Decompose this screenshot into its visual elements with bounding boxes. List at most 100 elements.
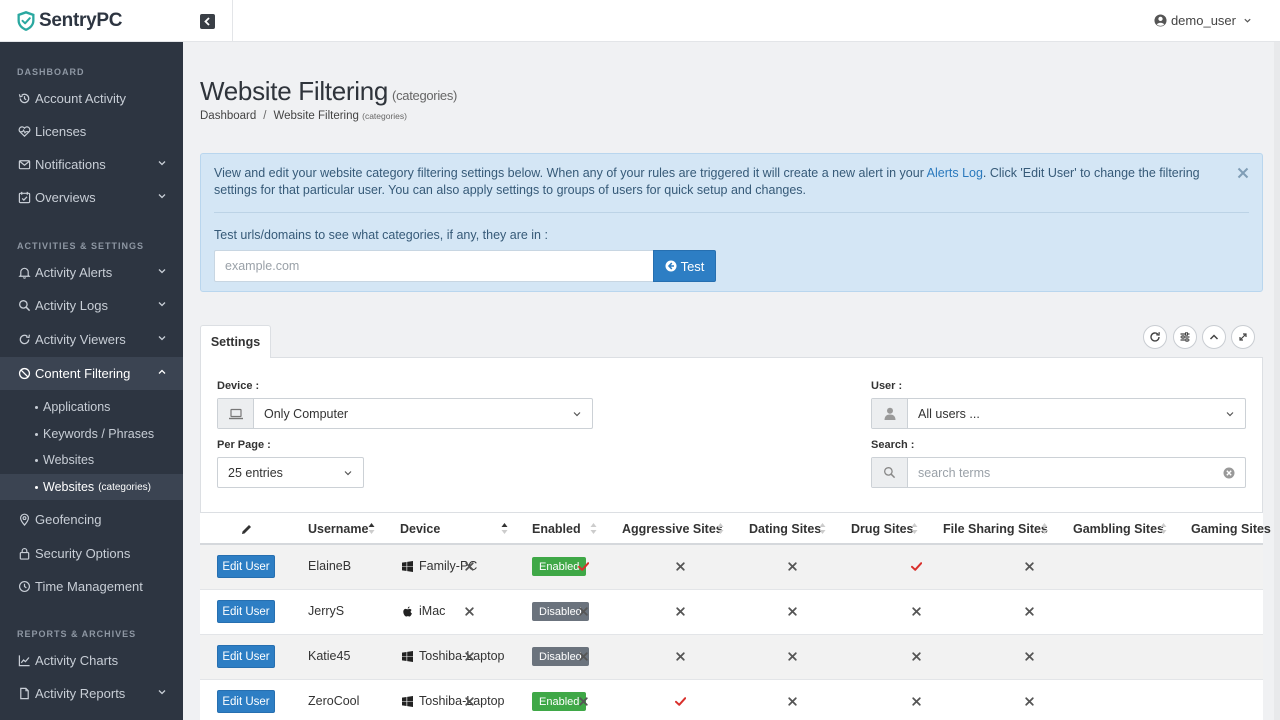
column-header-file-sharing-sites[interactable]: File Sharing Sites [943, 522, 1048, 536]
sidebar-item-activity-charts[interactable]: Activity Charts [0, 644, 183, 677]
sidebar-item-notifications[interactable]: Notifications [0, 148, 183, 181]
brand-logo[interactable]: SentryPC [0, 0, 183, 42]
sidebar-toggle-button[interactable] [183, 0, 233, 42]
bullet-icon [35, 458, 38, 462]
collapse-panel-button[interactable] [1202, 325, 1226, 349]
sidebar-item-overviews[interactable]: Overviews [0, 181, 183, 214]
x-icon[interactable] [787, 561, 798, 572]
x-icon[interactable] [1024, 651, 1035, 662]
x-icon[interactable] [578, 606, 589, 617]
check-icon[interactable] [674, 696, 686, 707]
sidebar-item-security-options[interactable]: Security Options [0, 537, 183, 570]
device-select-value: Only Computer [264, 406, 349, 421]
device-select[interactable]: Only Computer [217, 398, 593, 429]
sidebar-subitem-keywords[interactable]: Keywords / Phrases [0, 421, 183, 447]
x-icon[interactable] [787, 606, 798, 617]
column-header-username[interactable]: Username [308, 522, 368, 536]
sidebar-subitem-applications[interactable]: Applications [0, 394, 183, 420]
column-header-gambling-sites[interactable]: Gambling Sites [1073, 522, 1164, 536]
test-button[interactable]: Test [653, 250, 716, 282]
x-icon[interactable] [578, 696, 589, 707]
search-input[interactable]: search terms [908, 466, 1223, 480]
sort-icon[interactable] [911, 522, 918, 535]
sort-icon[interactable] [819, 522, 826, 535]
x-icon[interactable] [1024, 561, 1035, 572]
chevron-down-icon [344, 470, 352, 475]
edit-user-button[interactable]: Edit User [217, 690, 275, 713]
column-settings-button[interactable] [1173, 325, 1197, 349]
sidebar-item-activity-reports[interactable]: Activity Reports [0, 677, 183, 710]
edit-user-button[interactable]: Edit User [217, 555, 275, 578]
sort-asc-icon[interactable] [501, 522, 508, 535]
page-title: Website Filtering (categories) [200, 76, 457, 107]
chevron-down-icon [158, 269, 166, 274]
breadcrumb-home[interactable]: Dashboard [200, 110, 256, 122]
tab-settings[interactable]: Settings [200, 325, 271, 358]
page-scrollbar[interactable] [1274, 42, 1280, 720]
sidebar-subitem-websites-categories[interactable]: Websites (categories) [0, 474, 183, 500]
user-menu[interactable]: demo_user [1154, 13, 1252, 28]
x-icon[interactable] [787, 651, 798, 662]
refresh-button[interactable] [1143, 325, 1167, 349]
sort-icon[interactable] [1041, 522, 1048, 535]
x-icon[interactable] [675, 561, 686, 572]
bullet-icon [35, 405, 38, 409]
breadcrumb: Dashboard / Website Filtering (categories) [200, 110, 407, 122]
close-icon[interactable] [1236, 166, 1250, 180]
edit-user-button[interactable]: Edit User [217, 645, 275, 668]
x-icon[interactable] [464, 696, 475, 707]
sidebar-item-activity-viewers[interactable]: Activity Viewers [0, 323, 183, 356]
x-icon[interactable] [911, 696, 922, 707]
section-activities-settings: ACTIVITIES & SETTINGS [17, 241, 145, 251]
column-header-dating-sites[interactable]: Dating Sites [749, 522, 821, 536]
x-icon[interactable] [464, 651, 475, 662]
x-icon[interactable] [1024, 606, 1035, 617]
calendar-check-icon [18, 191, 31, 204]
per-page-label: Per Page : [217, 439, 271, 451]
x-icon[interactable] [911, 606, 922, 617]
column-header-aggressive-sites[interactable]: Aggressive Sites [622, 522, 723, 536]
page-title-text: Website Filtering [200, 76, 389, 106]
sort-icon[interactable] [717, 522, 724, 535]
alerts-log-link[interactable]: Alerts Log [927, 166, 983, 180]
x-icon[interactable] [675, 651, 686, 662]
breadcrumb-current: Website Filtering [273, 110, 359, 122]
x-icon[interactable] [1024, 696, 1035, 707]
sidebar-item-account-activity[interactable]: Account Activity [0, 82, 183, 115]
sidebar-item-activity-logs[interactable]: Activity Logs [0, 289, 183, 322]
check-icon[interactable] [910, 561, 922, 572]
user-circle-icon [1154, 14, 1167, 27]
sidebar-item-time-management[interactable]: Time Management [0, 570, 183, 603]
x-icon[interactable] [464, 561, 475, 572]
check-icon[interactable] [577, 561, 589, 572]
per-page-select[interactable]: 25 entries [217, 457, 364, 488]
sort-asc-icon[interactable] [368, 522, 375, 535]
sort-icon[interactable] [590, 522, 597, 535]
x-icon[interactable] [675, 606, 686, 617]
edit-user-button[interactable]: Edit User [217, 600, 275, 623]
sidebar-item-label: Geofencing [35, 512, 102, 527]
sidebar-item-licenses[interactable]: Licenses [0, 115, 183, 148]
table-row: Edit User JerryS iMac Disabled [200, 590, 1263, 635]
sidebar-item-label: Licenses [35, 124, 87, 139]
alert-divider [214, 212, 1249, 213]
search-field[interactable]: search terms [871, 457, 1246, 488]
column-header-device[interactable]: Device [400, 522, 440, 536]
user-select[interactable]: All users ... [871, 398, 1246, 429]
sidebar-item-activity-alerts[interactable]: Activity Alerts [0, 256, 183, 289]
column-header-gaming-sites[interactable]: Gaming Sites [1191, 522, 1271, 536]
x-icon[interactable] [578, 651, 589, 662]
clear-search-icon[interactable] [1223, 467, 1235, 479]
test-url-input[interactable] [214, 250, 654, 282]
x-icon[interactable] [787, 696, 798, 707]
map-pin-icon [18, 513, 31, 526]
sidebar-subitem-websites[interactable]: Websites [0, 447, 183, 473]
sidebar-item-geofencing[interactable]: Geofencing [0, 503, 183, 536]
x-icon[interactable] [911, 651, 922, 662]
x-icon[interactable] [464, 606, 475, 617]
column-header-drug-sites[interactable]: Drug Sites [851, 522, 914, 536]
column-header-enabled[interactable]: Enabled [532, 522, 581, 536]
fullscreen-button[interactable] [1231, 325, 1255, 349]
sidebar-item-content-filtering[interactable]: Content Filtering [0, 357, 183, 390]
sort-icon[interactable] [1160, 522, 1167, 535]
